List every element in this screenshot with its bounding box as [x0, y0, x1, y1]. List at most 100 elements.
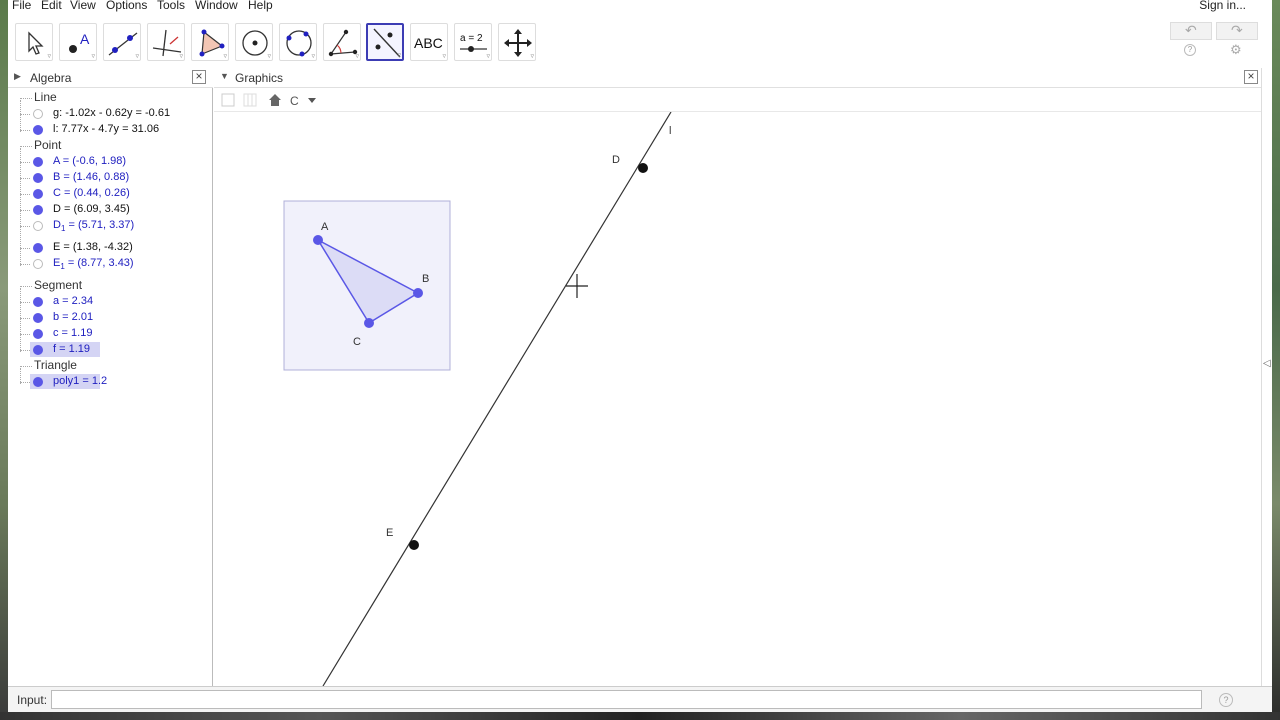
category-segment[interactable]: Segment	[8, 278, 213, 294]
close-graphics-button[interactable]: ×	[1244, 70, 1258, 84]
input-bar: Input: ?	[8, 686, 1272, 712]
algebra-item-text: b = 2.01	[53, 311, 94, 323]
home-icon[interactable]	[269, 94, 281, 106]
algebra-item[interactable]: B = (1.46, 0.88)	[8, 170, 213, 186]
visibility-toggle-icon[interactable]	[33, 377, 43, 387]
algebra-item[interactable]: f = 1.19	[8, 342, 213, 358]
visibility-toggle-icon[interactable]	[33, 205, 43, 215]
algebra-item[interactable]: g: -1.02x - 0.62y = -0.61	[8, 106, 213, 122]
point-capturing-icon[interactable]: C	[290, 94, 316, 108]
algebra-item[interactable]: E = (1.38, -4.32)	[8, 240, 213, 256]
polygon-tool-button[interactable]: ▿	[191, 23, 229, 61]
algebra-item-text: A = (-0.6, 1.98)	[53, 155, 127, 167]
toolbar-help-icon[interactable]: ?	[1184, 44, 1196, 56]
category-line[interactable]: Line	[8, 90, 213, 106]
collapse-arrow-icon[interactable]: ▼	[220, 71, 229, 81]
category-triangle[interactable]: Triangle	[8, 358, 213, 374]
visibility-toggle-icon[interactable]	[33, 157, 43, 167]
visibility-toggle-icon[interactable]	[33, 345, 43, 355]
reflect-about-line-tool-button[interactable]: ▿	[366, 23, 404, 61]
point-d[interactable]	[638, 163, 648, 173]
tree-connector	[20, 210, 30, 211]
graphics-style-bar: C	[214, 88, 1261, 112]
toggle-grid-icon[interactable]	[243, 93, 257, 107]
algebra-item-text: poly1 = 1.2	[53, 375, 108, 387]
algebra-item[interactable]: A = (-0.6, 1.98)	[8, 154, 213, 170]
menu-tools[interactable]: Tools	[157, 0, 185, 12]
move-graphics-view-tool-button[interactable]: ▿	[498, 23, 536, 61]
menu-file[interactable]: File	[12, 0, 31, 12]
line-l[interactable]	[322, 111, 672, 687]
move-tool-button[interactable]: ▿	[15, 23, 53, 61]
menu-edit[interactable]: Edit	[41, 0, 62, 12]
algebra-view: ▶ Algebra × Line g: -1.02x - 0.62y = -0.6…	[8, 68, 213, 686]
tree-connector	[20, 130, 30, 131]
algebra-item[interactable]: a = 2.34	[8, 294, 213, 310]
algebra-item[interactable]: D1 = (5.71, 3.37)	[8, 218, 213, 234]
graphics-canvas[interactable]: l A B C D E	[214, 111, 1261, 687]
close-algebra-button[interactable]: ×	[192, 70, 206, 84]
category-point[interactable]: Point	[8, 138, 213, 154]
category-label: Point	[34, 138, 62, 152]
algebra-item[interactable]: c = 1.19	[8, 326, 213, 342]
point-c[interactable]	[364, 318, 374, 328]
undo-button[interactable]: ↶	[1170, 22, 1212, 40]
sign-in-link[interactable]: Sign in...	[1199, 0, 1246, 12]
point-b[interactable]	[413, 288, 423, 298]
geogebra-window: File Edit View Options Tools Window Help…	[8, 0, 1272, 712]
angle-tool-button[interactable]: ▿	[323, 23, 361, 61]
expand-arrow-icon[interactable]: ▶	[14, 71, 21, 82]
gear-icon[interactable]: ⚙	[1230, 42, 1242, 58]
algebra-item[interactable]: l: 7.77x - 4.7y = 31.06	[8, 122, 213, 138]
redo-button[interactable]: ↷	[1216, 22, 1258, 40]
visibility-toggle-icon[interactable]	[33, 259, 43, 269]
point-tool-button[interactable]: A ▿	[59, 23, 97, 61]
text-tool-button[interactable]: ABC ▿	[410, 23, 448, 61]
slider-tool-label: a = 2	[460, 33, 483, 44]
slider-tool-button[interactable]: a = 2 ▿	[454, 23, 492, 61]
menu-window[interactable]: Window	[195, 0, 238, 12]
label-b: B	[422, 273, 429, 285]
input-help-icon[interactable]: ?	[1219, 693, 1233, 707]
graphics-view-title: Graphics	[235, 71, 284, 85]
point-a[interactable]	[313, 235, 323, 245]
menu-view[interactable]: View	[70, 0, 96, 12]
algebra-item-text: B = (1.46, 0.88)	[53, 171, 130, 183]
menu-help[interactable]: Help	[248, 0, 273, 12]
visibility-toggle-icon[interactable]	[33, 243, 43, 253]
toggle-axes-icon[interactable]	[221, 93, 235, 107]
algebra-item[interactable]: C = (0.44, 0.26)	[8, 186, 213, 202]
side-panel-toggle[interactable]: ◁	[1261, 68, 1272, 686]
visibility-toggle-icon[interactable]	[33, 125, 43, 135]
tree-connector	[20, 286, 32, 287]
algebra-item[interactable]: D = (6.09, 3.45)	[8, 202, 213, 218]
graphics-view: ▼ Graphics × C l A B C D E	[214, 68, 1261, 687]
circle-center-point-tool-button[interactable]: ▿	[235, 23, 273, 61]
visibility-toggle-icon[interactable]	[33, 189, 43, 199]
point-e[interactable]	[409, 540, 419, 550]
item-name: D	[53, 219, 61, 231]
tree-connector	[20, 114, 30, 115]
perpendicular-line-tool-button[interactable]: ▿	[147, 23, 185, 61]
visibility-toggle-icon[interactable]	[33, 329, 43, 339]
algebra-item[interactable]: E1 = (8.77, 3.43)	[8, 256, 213, 272]
construction-drawing[interactable]: l A B C D E	[214, 111, 1261, 687]
visibility-toggle-icon[interactable]	[33, 221, 43, 231]
visibility-toggle-icon[interactable]	[33, 313, 43, 323]
crosshair-cursor-icon	[566, 274, 588, 298]
menu-options[interactable]: Options	[106, 0, 147, 12]
visibility-toggle-icon[interactable]	[33, 297, 43, 307]
line-tool-button[interactable]: ▿	[103, 23, 141, 61]
algebra-item[interactable]: poly1 = 1.2	[8, 374, 213, 390]
circle-three-points-tool-button[interactable]: ▿	[279, 23, 317, 61]
algebra-item[interactable]: b = 2.01	[8, 310, 213, 326]
redo-icon: ↷	[1231, 22, 1243, 38]
item-value: = (5.71, 3.37)	[65, 219, 135, 231]
tree-connector	[20, 318, 30, 319]
tree-connector	[20, 302, 30, 303]
tree-connector	[20, 226, 30, 227]
input-field[interactable]	[51, 690, 1202, 709]
visibility-toggle-icon[interactable]	[33, 173, 43, 183]
algebra-item-text: a = 2.34	[53, 295, 94, 307]
visibility-toggle-icon[interactable]	[33, 109, 43, 119]
